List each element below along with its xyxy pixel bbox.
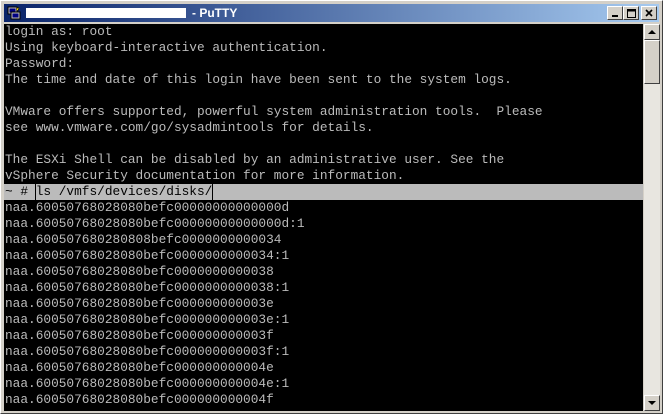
- disk-entry: naa.60050768028080befc000000000003e: [5, 296, 274, 311]
- window-controls: [607, 6, 657, 20]
- terminal-line: see www.vmware.com/go/sysadmintools for …: [5, 120, 374, 135]
- disk-entry: naa.60050768028080befc000000000004f: [5, 392, 274, 407]
- maximize-icon: [626, 8, 636, 18]
- disk-entry: naa.60050768028080befc000000000003e:1: [5, 312, 290, 327]
- scroll-down-arrow-icon: [648, 400, 656, 405]
- disk-entry: naa.60050768028080befc0000000000038: [5, 264, 274, 279]
- terminal-line: Using keyboard-interactive authenticatio…: [5, 40, 328, 55]
- shell-prompt: ~ #: [5, 184, 36, 199]
- title-bar[interactable]: - PuTTY: [4, 4, 659, 22]
- window-title: - PuTTY: [192, 6, 238, 20]
- putty-window: - PuTTY login as: root Using keyboard-in…: [0, 0, 663, 414]
- disk-entry: naa.60050768028080befc0000000000034:1: [5, 248, 290, 263]
- vertical-scrollbar[interactable]: [644, 24, 660, 411]
- disk-entry: naa.60050768028080befc00000000000000d: [5, 200, 290, 215]
- terminal-line: The time and date of this login have bee…: [5, 72, 512, 87]
- terminal-line: vSphere Security documentation for more …: [5, 168, 405, 183]
- close-icon: [645, 9, 653, 17]
- disk-entry: naa.600507680280808befc0000000000034: [5, 232, 282, 247]
- disk-entry: naa.60050768028080befc00000000000000d:1: [5, 216, 305, 231]
- terminal-line: VMware offers supported, powerful system…: [5, 104, 543, 119]
- putty-icon[interactable]: [7, 6, 21, 20]
- disk-entry: naa.60050768028080befc000000000004e: [5, 360, 274, 375]
- terminal-output[interactable]: login as: root Using keyboard-interactiv…: [4, 24, 643, 411]
- terminal-line: The ESXi Shell can be disabled by an adm…: [5, 152, 505, 167]
- terminal-line: login as: root: [5, 24, 113, 39]
- disk-entry: naa.60050768028080befc000000000003f: [5, 328, 274, 343]
- close-button[interactable]: [641, 6, 657, 20]
- minimize-icon: [612, 15, 618, 17]
- scroll-up-button[interactable]: [644, 24, 660, 40]
- maximize-button[interactable]: [623, 6, 639, 20]
- disk-entry: naa.60050768028080befc0000000000038:1: [5, 280, 290, 295]
- redacted-hostname: [26, 8, 186, 18]
- scroll-down-button[interactable]: [644, 395, 660, 411]
- command-line[interactable]: ~ # ls /vmfs/devices/disks/: [4, 183, 643, 201]
- scroll-up-arrow-icon: [648, 29, 656, 34]
- command-text: ls /vmfs/devices/disks/: [34, 183, 214, 201]
- disk-entry: naa.60050768028080befc000000000004e:1: [5, 376, 290, 391]
- disk-entry: naa.60050768028080befc000000000003f:1: [5, 344, 290, 359]
- scrollbar-thumb[interactable]: [644, 40, 660, 84]
- minimize-button[interactable]: [607, 6, 623, 20]
- terminal-line: Password:: [5, 56, 75, 71]
